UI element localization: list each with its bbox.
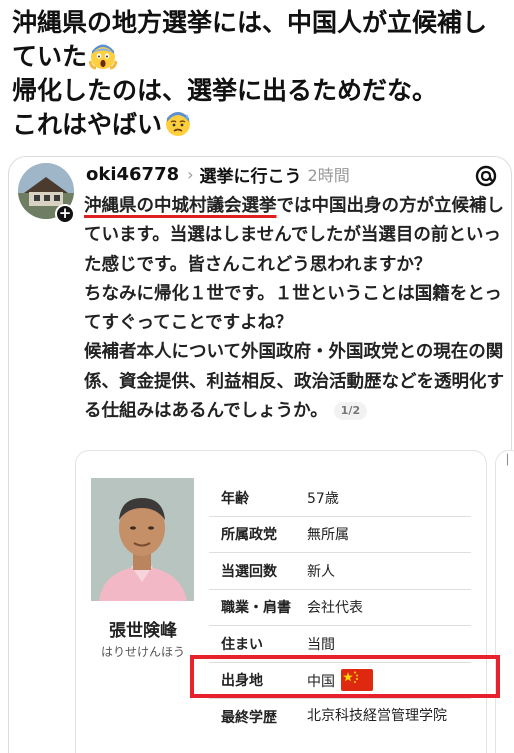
info-value: 当間 — [307, 636, 335, 653]
candidate-name: 張世険峰 — [109, 621, 177, 641]
post-paragraph-2: ちなみに帰化１世です。１世ということは国籍をとってすぐってことですよね？ — [84, 283, 502, 334]
threads-logo-icon[interactable] — [474, 164, 498, 188]
post-body: 沖縄県の中城村議会選挙では中国出身の方が立候補しています。当選はしませんでしたが… — [84, 192, 504, 426]
community-name[interactable]: 選挙に行こう — [200, 162, 302, 187]
candidate-kana: はりせけんほう — [100, 645, 185, 659]
info-key: 所属政党 — [221, 527, 277, 544]
post-timestamp: 2時間 — [307, 166, 350, 185]
tweet-text: 沖縄県の地方選挙には、中国人が立候補し ていた 帰化したのは、選挙に出るためだな… — [12, 6, 506, 142]
candidate-info-table: 年齢 57歳 所属政党 無所属 当選回数 新人 職業・肩書 会社代表 住まい 当… — [209, 480, 471, 753]
tweet-line-2: ていた — [12, 40, 506, 74]
post-paragraph-3-text: 候補者本人について外国政府・外国政党との現在の関係、資金提供、利益相反、政治活動… — [84, 342, 504, 422]
tweet-line-4-text: これはやばい — [12, 110, 163, 139]
info-value: 会社代表 — [307, 600, 363, 617]
info-key: 当選回数 — [221, 563, 277, 580]
candidate-photo — [91, 478, 194, 601]
post-paragraph-3: 候補者本人について外国政府・外国政党との現在の関係、資金提供、利益相反、政治活動… — [84, 338, 504, 426]
info-value: 新人 — [307, 563, 335, 580]
next-card-edge-icon: ▏ — [507, 455, 514, 466]
info-key: 職業・肩書 — [221, 600, 291, 617]
info-key: 住まい — [221, 636, 263, 653]
info-value: 無所属 — [307, 527, 349, 544]
annotation-highlight-box — [190, 655, 500, 698]
info-row-education: 最終学歴 北京科技経営管理学院 — [209, 699, 471, 753]
tweet-line-4: これはやばい — [12, 108, 506, 142]
tweet-line-1: 沖縄県の地方選挙には、中国人が立候補し — [12, 8, 488, 37]
info-row-age: 年齢 57歳 — [209, 480, 471, 517]
face-screaming-in-fear-icon — [89, 44, 118, 70]
follow-plus-icon[interactable]: + — [55, 204, 75, 224]
chevron-right-icon: › — [187, 164, 194, 184]
info-key: 最終学歴 — [221, 710, 277, 726]
info-value: 57歳 — [307, 490, 339, 507]
post-header: oki46778 › 選挙に行こう 2時間 — [86, 161, 350, 187]
candidate-portrait — [91, 478, 194, 601]
tweet-line-3: 帰化したのは、選挙に出るためだな。 — [12, 76, 438, 105]
post-paragraph-1: 沖縄県の中城村議会選挙では中国出身の方が立候補しています。当選はしませんでしたが… — [84, 192, 504, 280]
info-value: 北京科技経営管理学院 — [307, 708, 447, 724]
username[interactable]: oki46778 — [86, 164, 179, 185]
info-row-occupation: 職業・肩書 会社代表 — [209, 590, 471, 626]
media-card-next[interactable] — [495, 450, 514, 753]
tweet-line-2-text: ていた — [12, 42, 88, 71]
info-row-party: 所属政党 無所属 — [209, 517, 471, 553]
page-indicator: 1/2 — [333, 402, 368, 421]
info-key: 年齢 — [221, 490, 249, 507]
info-row-terms: 当選回数 新人 — [209, 553, 471, 590]
highlighted-phrase: 沖縄県の中城村議会選挙 — [84, 196, 277, 216]
anxious-face-with-sweat-icon — [166, 112, 191, 136]
